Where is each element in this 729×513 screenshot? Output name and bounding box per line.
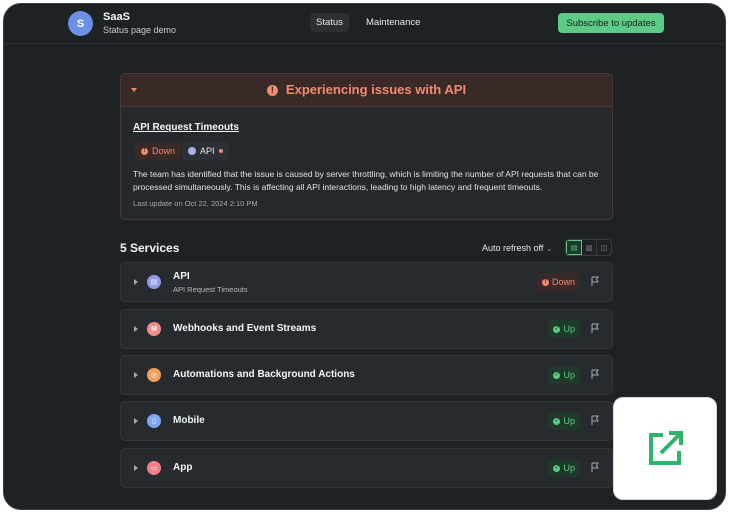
service-row-api[interactable]: ▤ API API Request Timeouts ! Down bbox=[120, 262, 613, 302]
view-mode-toggle: ▤ ▥ ◫ bbox=[565, 239, 612, 256]
top-header: S SaaS Status page demo Status Maintenan… bbox=[4, 4, 725, 44]
check-icon: ✓ bbox=[553, 464, 561, 472]
incident-banner[interactable]: ! Experiencing issues with API bbox=[121, 74, 612, 107]
expand-caret-icon[interactable] bbox=[134, 279, 138, 285]
service-name: Webhooks and Event Streams bbox=[173, 323, 317, 334]
auto-refresh-label: Auto refresh off bbox=[482, 243, 544, 253]
webhook-icon: M bbox=[147, 322, 161, 336]
incident-description: The team has identified that the issue i… bbox=[133, 169, 599, 192]
status-label: Up bbox=[563, 370, 575, 380]
service-row-mobile[interactable]: ▯ Mobile ✓ Up bbox=[120, 401, 613, 441]
service-name: Automations and Background Actions bbox=[173, 369, 355, 380]
status-badge: ✓ Up bbox=[548, 366, 580, 384]
app-icon: ▭ bbox=[147, 461, 161, 475]
status-label: Up bbox=[563, 324, 575, 334]
incident-last-update: Last update on Oct 22, 2024 2:10 PM bbox=[133, 199, 258, 208]
status-badge: ✓ Up bbox=[548, 459, 580, 477]
expand-caret-icon[interactable] bbox=[134, 372, 138, 378]
status-label: Down bbox=[551, 277, 575, 287]
incident-component-badge: API bbox=[182, 142, 229, 160]
status-dot-icon bbox=[218, 149, 223, 153]
flag-icon[interactable] bbox=[591, 462, 600, 473]
service-subtitle: API Request Timeouts bbox=[173, 285, 248, 294]
service-row-automations[interactable]: ◎ Automations and Background Actions ✓ U… bbox=[120, 355, 613, 395]
service-name: Mobile bbox=[173, 415, 205, 426]
status-label: Up bbox=[563, 463, 575, 473]
incident-component-label: API bbox=[200, 146, 215, 156]
chevron-down-icon: ⌄ bbox=[546, 246, 553, 253]
tab-maintenance[interactable]: Maintenance bbox=[360, 13, 426, 32]
status-badge: ! Down bbox=[536, 273, 580, 291]
check-icon: ✓ bbox=[553, 371, 561, 379]
auto-refresh-dropdown[interactable]: Auto refresh off ⌄ bbox=[482, 243, 552, 253]
grid-view-icon[interactable]: ▥ bbox=[582, 240, 597, 255]
status-label: Up bbox=[563, 416, 575, 426]
incident-banner-title: ! Experiencing issues with API bbox=[121, 82, 612, 97]
incident-banner-text: Experiencing issues with API bbox=[285, 82, 467, 97]
expand-caret-icon[interactable] bbox=[134, 465, 138, 471]
flag-icon[interactable] bbox=[591, 323, 600, 334]
incident-panel: ! Experiencing issues with API API Reques… bbox=[120, 73, 613, 220]
incident-status-label: Down bbox=[152, 146, 176, 156]
status-page-window: S SaaS Status page demo Status Maintenan… bbox=[3, 3, 726, 510]
status-badge: ✓ Up bbox=[548, 320, 580, 338]
check-icon: ✓ bbox=[553, 325, 561, 333]
alert-circle-icon: ! bbox=[266, 85, 278, 96]
mobile-icon: ▯ bbox=[147, 414, 161, 428]
flag-icon[interactable] bbox=[591, 415, 600, 426]
open-external-card[interactable] bbox=[613, 397, 717, 500]
brand-subtitle: Status page demo bbox=[103, 25, 177, 35]
services-heading: 5 Services bbox=[120, 241, 180, 255]
api-icon: ▤ bbox=[147, 275, 161, 289]
flag-icon[interactable] bbox=[591, 369, 600, 380]
expand-caret-icon[interactable] bbox=[134, 326, 138, 332]
service-row-app[interactable]: ▭ App ✓ Up bbox=[120, 448, 613, 488]
service-name: App bbox=[173, 462, 193, 473]
error-icon: ! bbox=[541, 278, 549, 286]
columns-view-icon[interactable]: ◫ bbox=[597, 240, 611, 255]
api-icon bbox=[188, 147, 196, 155]
tab-status[interactable]: Status bbox=[310, 13, 349, 32]
status-badge: ✓ Up bbox=[548, 412, 580, 430]
automation-icon: ◎ bbox=[147, 368, 161, 382]
check-icon: ✓ bbox=[553, 417, 561, 425]
list-view-icon[interactable]: ▤ bbox=[566, 240, 582, 255]
flag-icon[interactable] bbox=[591, 276, 600, 287]
service-name: API bbox=[173, 271, 190, 282]
service-row-webhooks[interactable]: M Webhooks and Event Streams ✓ Up bbox=[120, 309, 613, 349]
brand-avatar[interactable]: S bbox=[68, 11, 93, 36]
subscribe-button[interactable]: Subscribe to updates bbox=[558, 13, 664, 33]
brand-name[interactable]: SaaS bbox=[103, 11, 130, 23]
incident-title-link[interactable]: API Request Timeouts bbox=[133, 122, 239, 133]
expand-caret-icon[interactable] bbox=[134, 418, 138, 424]
error-icon: ! bbox=[141, 147, 148, 155]
incident-status-badge: ! Down bbox=[135, 142, 182, 160]
external-link-icon[interactable] bbox=[643, 427, 687, 471]
